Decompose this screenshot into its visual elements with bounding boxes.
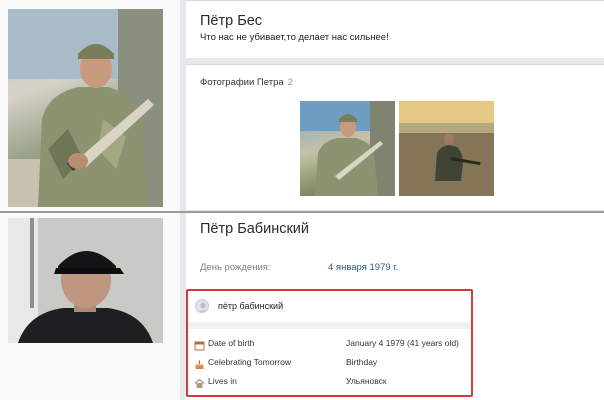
photos-count: 2 bbox=[287, 77, 293, 88]
cake-icon bbox=[194, 357, 205, 369]
info-card-header: пётр бабинский bbox=[188, 291, 471, 320]
profile-status: Что нас не убивает,то делает нас сильнее… bbox=[200, 32, 389, 43]
calendar-icon bbox=[194, 338, 205, 351]
top-profile-header: Пётр Бес Что нас не убивает,то делает на… bbox=[186, 0, 604, 58]
info-value: Ульяновск bbox=[346, 376, 387, 386]
top-profile-avatar[interactable] bbox=[8, 9, 163, 207]
info-label: Lives in bbox=[208, 376, 237, 386]
info-row-celebrating: Celebrating Tomorrow Birthday bbox=[188, 356, 471, 370]
photo-thumbnail-1[interactable] bbox=[300, 101, 395, 196]
info-card-name[interactable]: пётр бабинский bbox=[218, 301, 283, 311]
photo-thumbnail-2[interactable] bbox=[399, 101, 494, 196]
photos-section: Фотографии Петра 2 bbox=[186, 64, 604, 210]
photos-title-text: Фотографии Петра bbox=[200, 77, 284, 88]
profile-name[interactable]: Пётр Бес bbox=[200, 13, 262, 29]
info-label: Date of birth bbox=[208, 338, 255, 348]
birthday-label: День рождения: bbox=[200, 262, 271, 273]
info-row-lives-in: Lives in Ульяновск bbox=[188, 375, 471, 389]
info-card-separator bbox=[188, 322, 471, 329]
info-value: January 4 1979 (41 years old) bbox=[346, 338, 459, 348]
birthday-value[interactable]: 4 января 1979 г. bbox=[328, 262, 398, 273]
bottom-profile-avatar[interactable] bbox=[8, 218, 163, 343]
info-value: Birthday bbox=[346, 357, 378, 367]
info-row-date-of-birth: Date of birth January 4 1979 (41 years o… bbox=[188, 337, 471, 351]
info-card: пётр бабинский Date of birth January 4 1… bbox=[186, 289, 473, 397]
user-avatar-icon bbox=[195, 299, 209, 313]
profile-name[interactable]: Пётр Бабинский bbox=[200, 221, 309, 237]
home-icon bbox=[194, 376, 205, 388]
photos-section-title[interactable]: Фотографии Петра 2 bbox=[200, 77, 293, 88]
info-label: Celebrating Tomorrow bbox=[208, 357, 291, 367]
